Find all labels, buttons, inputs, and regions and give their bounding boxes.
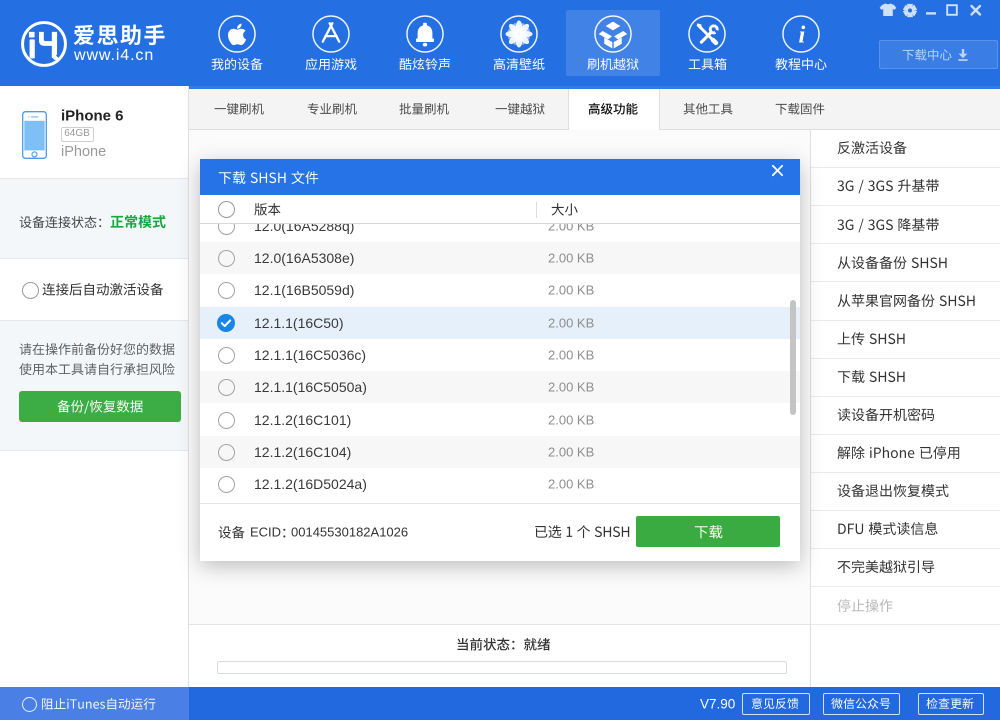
svg-text:i: i [798, 22, 805, 49]
